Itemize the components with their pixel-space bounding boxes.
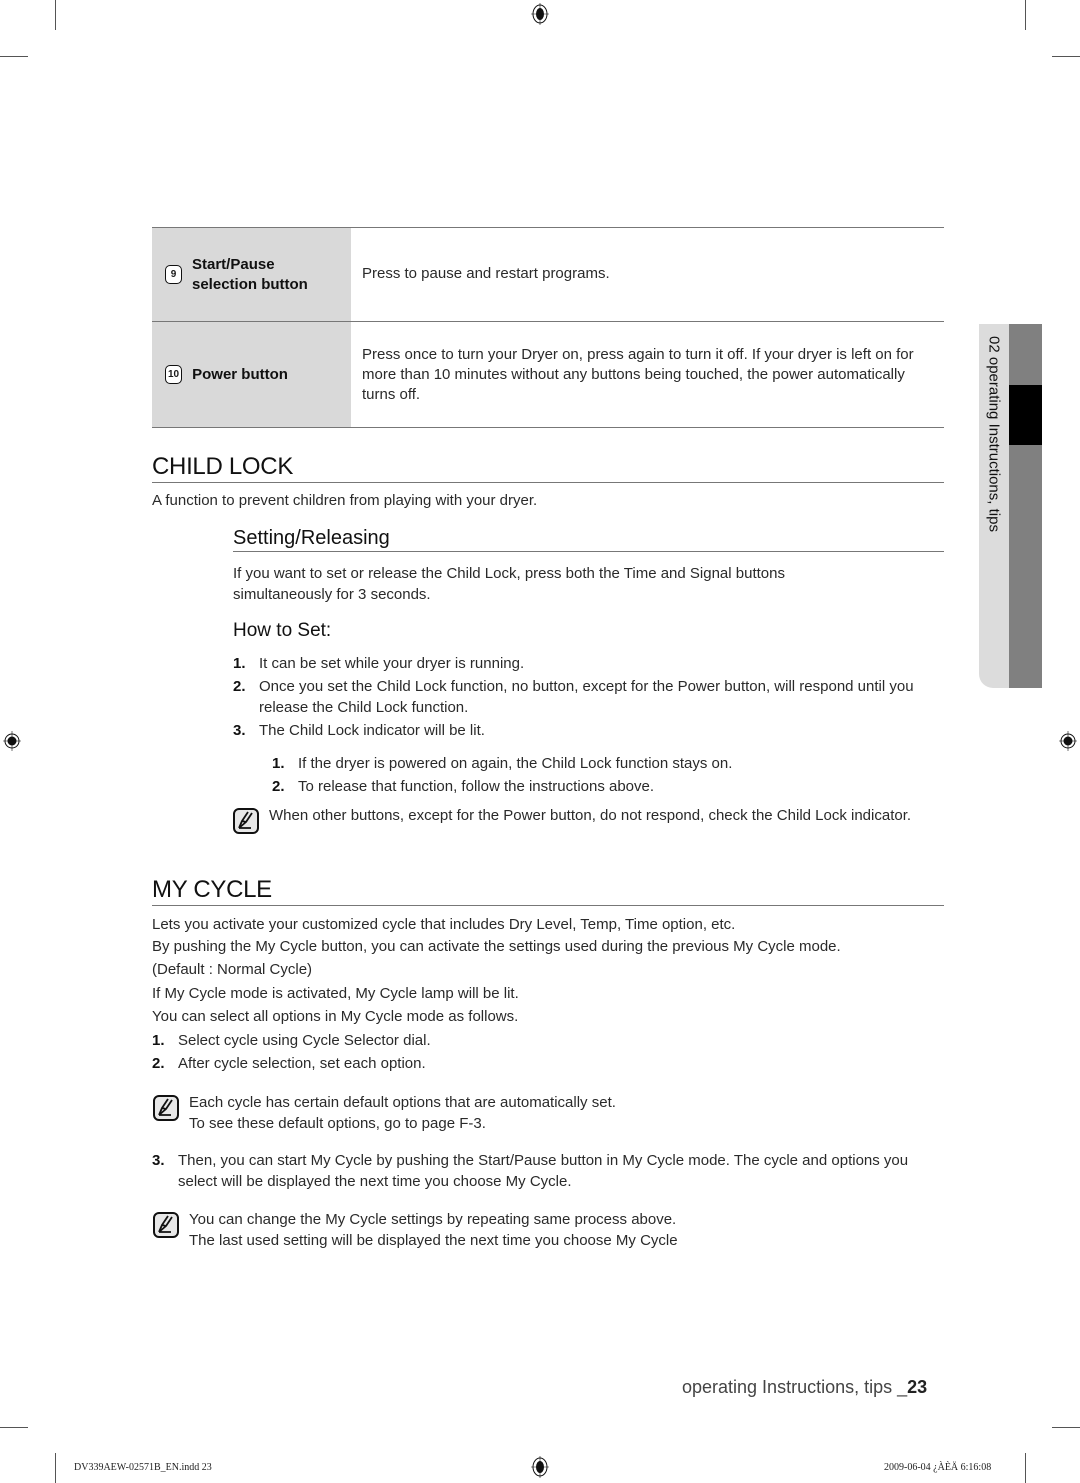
my-cycle-paragraph: By pushing the My Cycle button, you can … [152, 938, 841, 955]
table-row: 9 Start/Pause selection button Press to … [152, 228, 944, 322]
button-table: 9 Start/Pause selection button Press to … [152, 227, 944, 428]
list-number: 1. [272, 755, 285, 772]
list-number: 2. [272, 778, 285, 795]
section-title-child-lock: CHILD LOCK [152, 453, 944, 483]
subsection-title-how-to-set: How to Set: [233, 620, 332, 641]
list-item: 1. It can be set while your dryer is run… [233, 654, 933, 675]
list-item: 3. Then, you can start My Cycle by pushi… [152, 1151, 912, 1192]
list-number: 2. [233, 678, 246, 695]
key-label: Start/Pause selection button [192, 255, 308, 295]
my-cycle-paragraph: (Default : Normal Cycle) [152, 961, 313, 978]
list-text: Once you set the Child Lock function, no… [259, 678, 914, 716]
registration-mark-icon [1059, 731, 1077, 751]
note-text: Each cycle has certain default options t… [189, 1093, 616, 1134]
table-row: 10 Power button Press once to turn your … [152, 322, 944, 428]
note-text: When other buttons, except for the Power… [269, 807, 912, 824]
crop-mark [55, 1453, 56, 1483]
crop-mark [1052, 56, 1080, 57]
table-description: Press to pause and restart programs. [362, 264, 610, 282]
my-cycle-paragraph: If My Cycle mode is activated, My Cycle … [152, 985, 519, 1002]
section-title-my-cycle: MY CYCLE [152, 876, 944, 906]
note-line: The last used setting will be displayed … [189, 1231, 678, 1249]
list-number: 1. [152, 1032, 165, 1049]
number-badge: 10 [165, 365, 183, 384]
registration-mark-icon [3, 731, 21, 751]
note: You can change the My Cycle settings by … [153, 1210, 913, 1251]
chapter-tab-bar [1009, 324, 1042, 688]
my-cycle-paragraph: You can select all options in My Cycle m… [152, 1008, 519, 1025]
list-item: 1. If the dryer is powered on again, the… [272, 754, 932, 775]
table-key-cell: 9 Start/Pause selection button [152, 228, 351, 321]
page-number: 23 [907, 1377, 928, 1397]
note-pencil-icon [153, 1095, 179, 1121]
print-slug-file: DV339AEW-02571B_EN.indd 23 [74, 1462, 212, 1473]
list-item: 1. Select cycle using Cycle Selector dia… [152, 1031, 852, 1052]
list-text: After cycle selection, set each option. [178, 1055, 426, 1072]
crop-mark [1025, 0, 1026, 30]
footer-section-label: operating Instructions, tips _ [682, 1377, 908, 1397]
note-line: Each cycle has certain default options t… [189, 1094, 616, 1111]
child-lock-intro: A function to prevent children from play… [152, 492, 538, 509]
crop-mark [0, 56, 28, 57]
chapter-tab-active-marker [1009, 385, 1042, 445]
crop-mark [1025, 1453, 1026, 1483]
list-number: 2. [152, 1055, 165, 1072]
list-number: 1. [233, 655, 246, 672]
list-item: 2. Once you set the Child Lock function,… [233, 677, 938, 718]
key-label: Power button [192, 365, 288, 383]
crop-mark [1052, 1427, 1080, 1428]
list-text: It can be set while your dryer is runnin… [259, 655, 525, 672]
list-text: If the dryer is powered on again, the Ch… [298, 755, 733, 772]
list-text: Select cycle using Cycle Selector dial. [178, 1032, 431, 1049]
list-item: 3. The Child Lock indicator will be lit. [233, 721, 933, 742]
list-item: 2. To release that function, follow the … [272, 777, 932, 798]
note-pencil-icon [233, 808, 259, 834]
key-label-line: Start/Pause [192, 255, 275, 273]
list-text: The Child Lock indicator will be lit. [259, 722, 485, 739]
list-item: 2. After cycle selection, set each optio… [152, 1054, 852, 1075]
list-number: 3. [233, 722, 246, 739]
registration-mark-icon [531, 1456, 549, 1478]
print-slug-date: 2009-06-04 ¿ÀÈÄ 6:16:08 [884, 1462, 992, 1473]
crop-mark [55, 0, 56, 30]
crop-mark [0, 1427, 28, 1428]
page-footer: operating Instructions, tips _23 [682, 1377, 927, 1398]
key-label-line: selection button [192, 275, 308, 293]
registration-mark-icon [531, 3, 549, 25]
table-key-cell: 10 Power button [152, 322, 351, 427]
table-description: Press once to turn your Dryer on, press … [362, 345, 914, 403]
subsection-title-setting-releasing: Setting/Releasing [233, 527, 944, 552]
list-number: 3. [152, 1152, 165, 1169]
note: When other buttons, except for the Power… [233, 806, 933, 834]
setting-text: If you want to set or release the Child … [233, 565, 785, 603]
chapter-tab-label: 02 operating Instructions, tips [985, 336, 1003, 532]
list-text: Then, you can start My Cycle by pushing … [178, 1152, 909, 1190]
note-pencil-icon [153, 1212, 179, 1238]
note: Each cycle has certain default options t… [153, 1093, 913, 1134]
number-badge: 9 [165, 265, 182, 284]
my-cycle-paragraph: Lets you activate your customized cycle … [152, 916, 736, 933]
note-line: You can change the My Cycle settings by … [189, 1211, 677, 1228]
note-line: To see these default options, go to page… [189, 1114, 486, 1132]
note-text: You can change the My Cycle settings by … [189, 1210, 678, 1251]
list-text: To release that function, follow the ins… [298, 778, 655, 795]
